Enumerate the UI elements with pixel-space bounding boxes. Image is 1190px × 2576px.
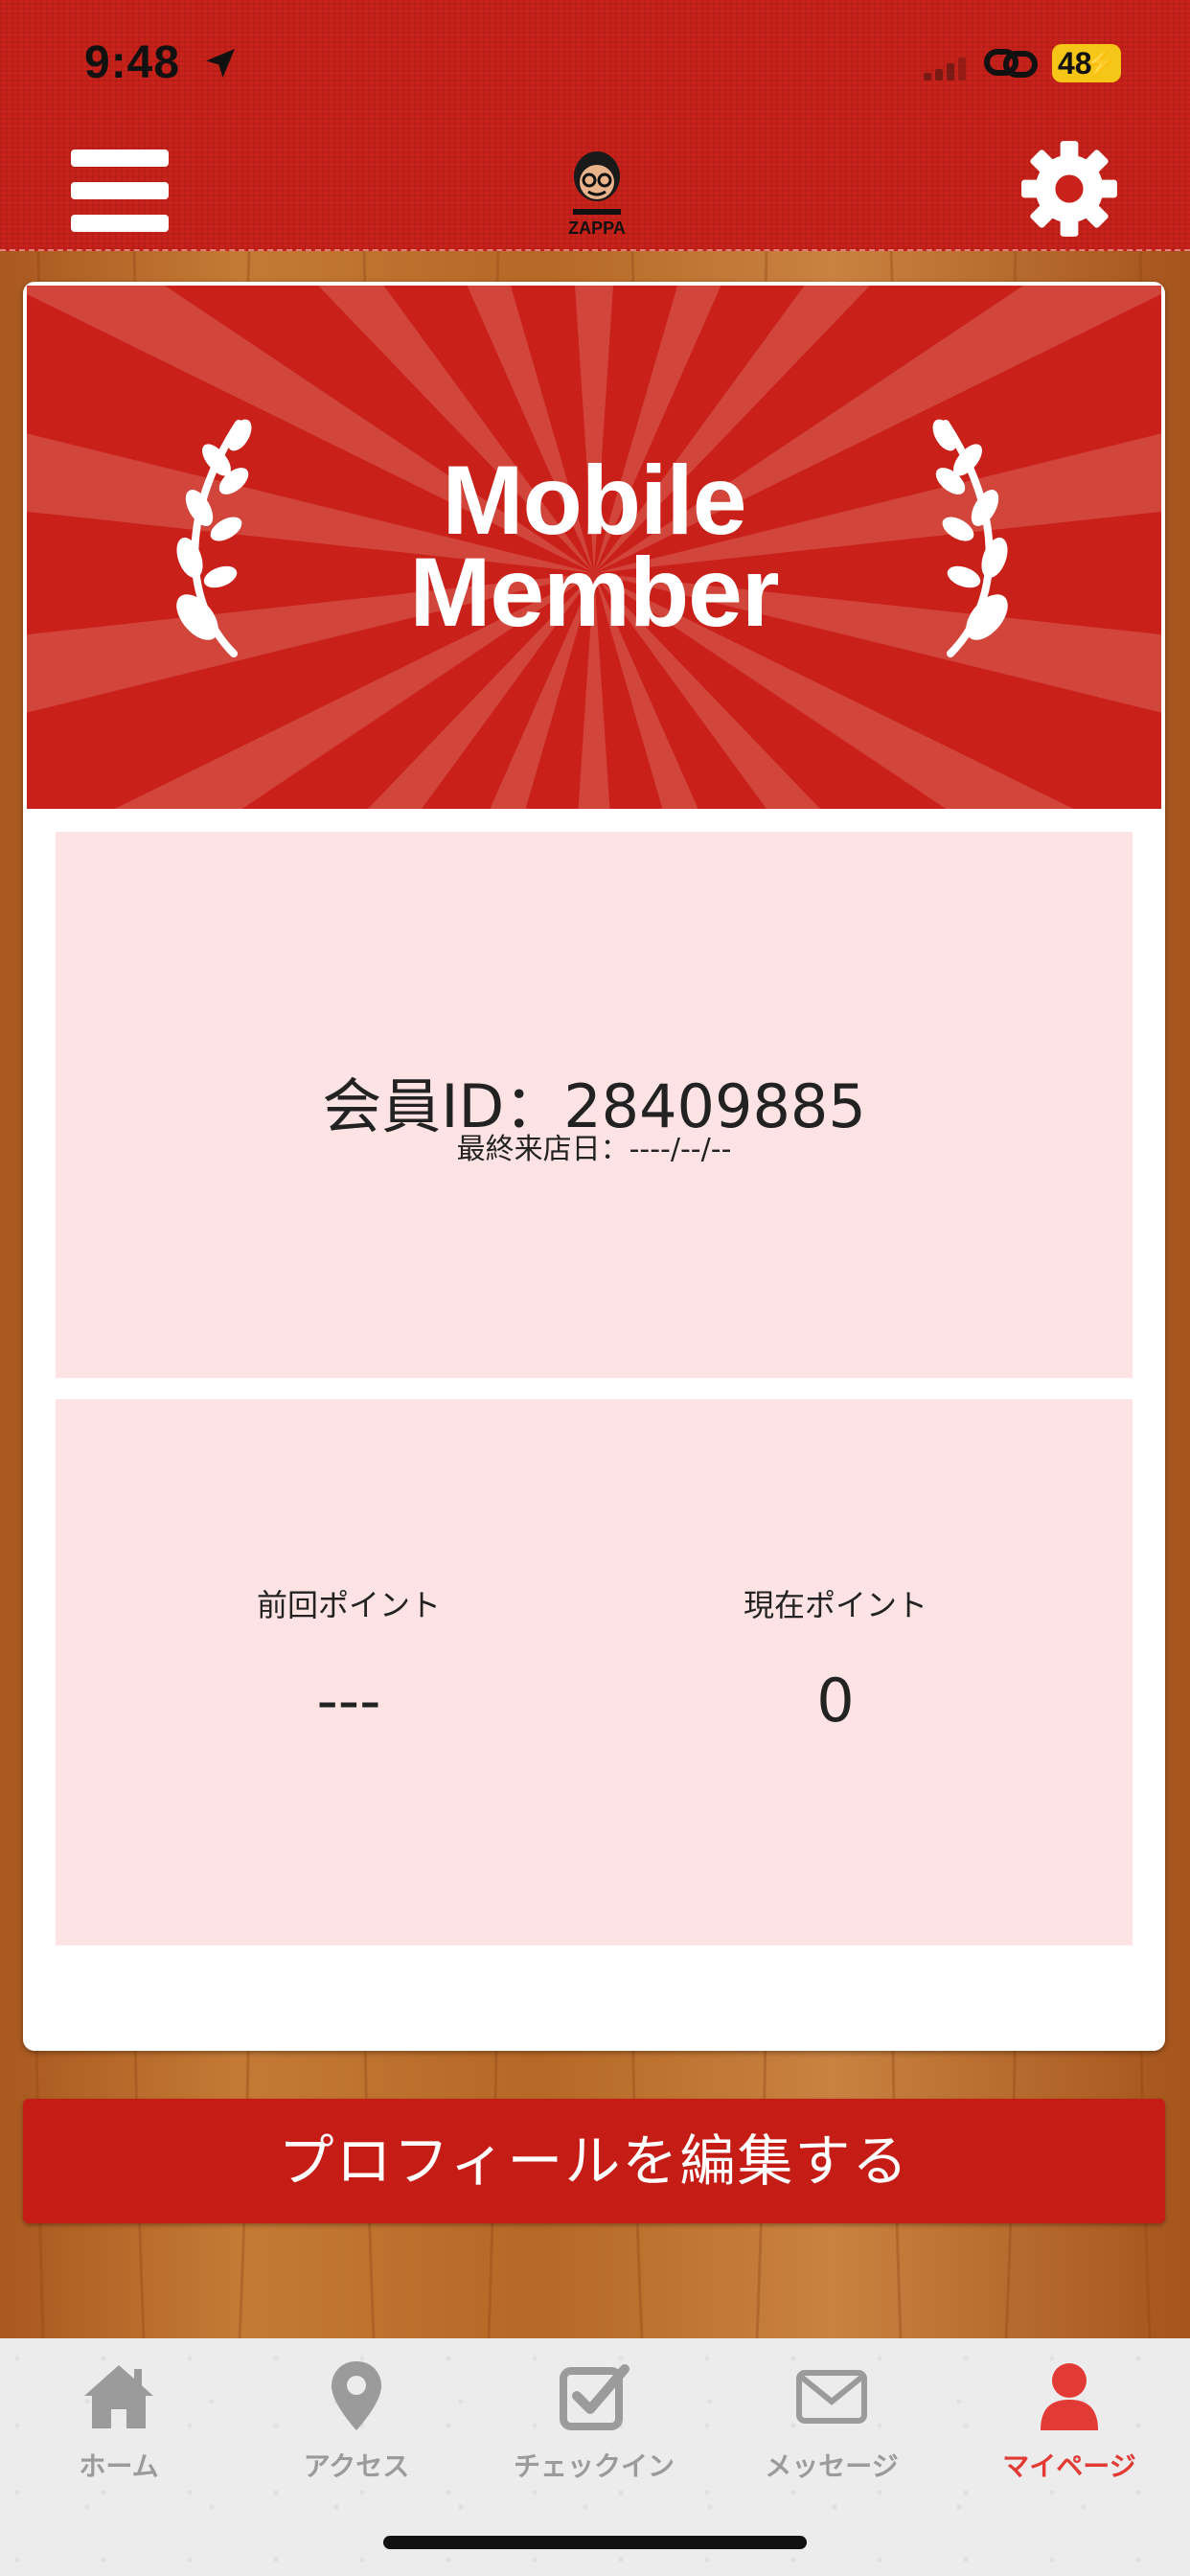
cellular-signal-icon <box>924 58 966 80</box>
tab-message-label: メッセージ <box>765 2450 899 2482</box>
app-header: 9:48 48 ⚡ ZAPPA <box>0 0 1190 251</box>
map-pin-icon <box>332 2361 381 2430</box>
menu-bar-icon <box>71 215 169 232</box>
current-points-value: 0 <box>816 1666 855 1736</box>
current-points-label: 現在ポイント <box>743 1587 927 1623</box>
tab-message[interactable]: メッセージ <box>713 2356 950 2509</box>
previous-points-label: 前回ポイント <box>256 1587 441 1623</box>
points-panel: 前回ポイント --- 現在ポイント 0 <box>56 1399 1133 1945</box>
tab-access[interactable]: アクセス <box>238 2356 475 2509</box>
last-visit-date: 最終来店日：----/--/-- <box>456 1133 732 1166</box>
tab-home-label: ホーム <box>79 2450 159 2482</box>
home-indicator[interactable] <box>383 2536 807 2549</box>
edit-profile-button[interactable]: プロフィールを編集する <box>23 2099 1165 2223</box>
previous-points: 前回ポイント --- <box>157 1581 540 1735</box>
battery-indicator: 48 ⚡ <box>1052 44 1121 82</box>
hamburger-menu-button[interactable] <box>71 150 169 232</box>
charging-bolt-icon: ⚡ <box>1084 48 1117 78</box>
tab-home[interactable]: ホーム <box>0 2356 238 2509</box>
current-points: 現在ポイント 0 <box>644 1581 1027 1735</box>
logo-text: ZAPPA <box>568 218 626 238</box>
home-icon <box>84 2365 153 2428</box>
bottom-tab-bar: ホーム アクセス チェックイン メッセージ マイページ <box>0 2338 1190 2576</box>
member-card: Mobile Member 会員ID：28409885 最終来店日：----/-… <box>23 282 1165 2051</box>
location-arrow-icon <box>206 49 235 78</box>
tab-access-label: アクセス <box>303 2450 410 2482</box>
envelope-icon <box>796 2370 867 2424</box>
tab-checkin[interactable]: チェックイン <box>475 2356 713 2509</box>
settings-gear-button[interactable] <box>1019 139 1119 239</box>
person-icon <box>1041 2363 1098 2430</box>
member-banner: Mobile Member <box>27 286 1161 809</box>
member-id-panel: 会員ID：28409885 最終来店日：----/--/-- <box>56 832 1133 1378</box>
tab-checkin-label: チェックイン <box>513 2450 675 2482</box>
zappa-logo: ZAPPA <box>568 151 626 238</box>
personal-hotspot-icon <box>984 49 1038 78</box>
status-time: 9:48 <box>84 37 181 88</box>
tab-mypage-label: マイページ <box>1002 2450 1136 2482</box>
tab-mypage[interactable]: マイページ <box>950 2356 1188 2509</box>
laurel-right-icon <box>932 419 1008 657</box>
menu-bar-icon <box>71 182 169 199</box>
previous-points-value: --- <box>316 1666 381 1736</box>
checkbox-icon <box>560 2364 629 2430</box>
menu-bar-icon <box>71 150 169 167</box>
